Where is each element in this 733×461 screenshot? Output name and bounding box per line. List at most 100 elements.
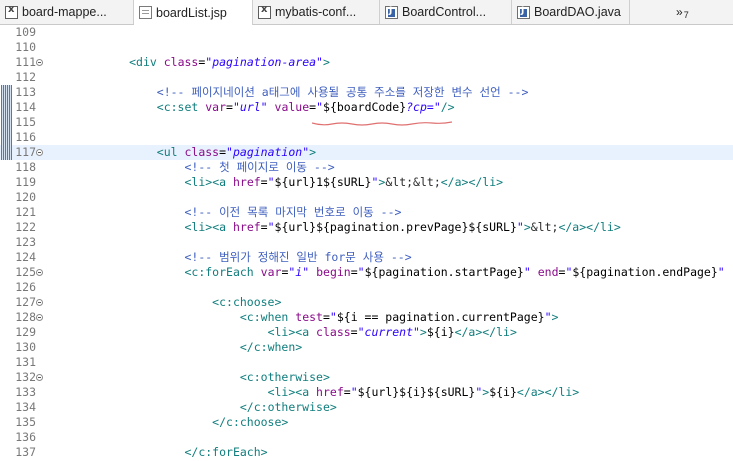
token-space: = xyxy=(226,100,233,114)
change-marker xyxy=(1,85,12,100)
change-marker xyxy=(1,130,12,145)
fold-toggle-icon[interactable] xyxy=(36,374,43,381)
code-editor[interactable]: 109 110 111 <div class="pagination-area"> 1… xyxy=(0,25,733,461)
code-line[interactable]: 114 <c:set var="url" value="${boardCode}… xyxy=(0,100,733,115)
code-line[interactable]: 122 <li><a href="${url}${pagination.prev… xyxy=(0,220,733,235)
token-val: "pagination-area" xyxy=(205,55,323,69)
tab-boardlist-jsp[interactable]: boardList.jsp xyxy=(134,0,253,25)
tab-overflow-button[interactable]: » 7 xyxy=(676,0,689,24)
token-tag: <c:forEach xyxy=(184,265,261,279)
tab-mybatis-conf[interactable]: mybatis-conf... xyxy=(253,0,380,24)
code-text: <c:choose> xyxy=(46,295,281,310)
token-val: " xyxy=(316,100,324,114)
code-line[interactable]: 134 </c:otherwise> xyxy=(0,400,733,415)
code-text: <div class="pagination-area"> xyxy=(46,55,330,70)
code-line[interactable]: 133 <li><a href="${url}${i}${sURL}">${i}… xyxy=(0,385,733,400)
token-tag: <a xyxy=(212,175,233,189)
code-line[interactable]: 117 <ul class="pagination"> xyxy=(0,145,733,160)
code-line[interactable]: 125 <c:forEach var="i" begin="${paginati… xyxy=(0,265,733,280)
token-com: <!-- 첫 페이지로 이동 --> xyxy=(184,160,335,174)
code-line[interactable]: 136 xyxy=(0,430,733,445)
code-line[interactable]: 127 <c:choose> xyxy=(0,295,733,310)
code-line[interactable]: 111 <div class="pagination-area"> xyxy=(0,55,733,70)
line-number: 117 xyxy=(15,145,36,159)
token-val: " xyxy=(544,310,552,324)
tab-label: board-mappe... xyxy=(22,5,107,19)
token-el: ${url}${i}${sURL} xyxy=(357,385,476,399)
tab-board-mappe[interactable]: board-mappe... xyxy=(0,0,134,24)
token-attr: class xyxy=(316,325,351,339)
token-val: ?cp=" xyxy=(406,100,441,114)
fold-toggle-icon[interactable] xyxy=(36,149,43,156)
token-tag: <div xyxy=(129,55,164,69)
line-number: 121 xyxy=(15,205,36,219)
code-line[interactable]: 128 <c:when test="${i == pagination.curr… xyxy=(0,310,733,325)
token-tag: </c:forEach> xyxy=(184,445,268,459)
code-line[interactable]: 132 <c:otherwise> xyxy=(0,370,733,385)
code-line[interactable]: 112 xyxy=(0,70,733,85)
token-tag: /> xyxy=(440,100,455,114)
code-line[interactable]: 129 <li><a class="current">${i}</a></li> xyxy=(0,325,733,340)
code-line[interactable]: 124 <!-- 범위가 정해진 일반 for문 사용 --> xyxy=(0,250,733,265)
line-number: 132 xyxy=(15,370,36,384)
code-line[interactable]: 123 xyxy=(0,235,733,250)
code-line[interactable]: 118 <!-- 첫 페이지로 이동 --> xyxy=(0,160,733,175)
token-el: ${i} xyxy=(426,325,455,339)
code-line[interactable]: 115 xyxy=(0,115,733,130)
line-number: 127 xyxy=(15,295,36,309)
fold-toggle-icon[interactable] xyxy=(36,59,43,66)
code-text: <ul class="pagination"> xyxy=(46,145,316,160)
line-number: 116 xyxy=(15,130,36,144)
token-attr: var xyxy=(260,265,282,279)
token-tag: <c:otherwise> xyxy=(239,370,330,384)
code-line[interactable]: 135 </c:choose> xyxy=(0,415,733,430)
code-line[interactable]: 131 xyxy=(0,355,733,370)
code-line[interactable]: 116 xyxy=(0,130,733,145)
code-line[interactable]: 110 xyxy=(0,40,733,55)
code-text: </c:otherwise> xyxy=(46,400,337,415)
code-line[interactable]: 126 xyxy=(0,280,733,295)
token-attr: begin xyxy=(316,265,351,279)
fold-toggle-icon[interactable] xyxy=(36,299,43,306)
token-el: ${pagination.startPage} xyxy=(364,265,524,279)
code-line[interactable]: 137 </c:forEach> xyxy=(0,445,733,460)
code-line[interactable]: 120 xyxy=(0,190,733,205)
fold-toggle-icon[interactable] xyxy=(36,269,43,276)
token-attr: href xyxy=(232,220,261,234)
token-ent: &lt; xyxy=(530,220,559,234)
token-tag: <ul xyxy=(156,145,185,159)
token-val: " xyxy=(267,175,275,189)
line-number: 122 xyxy=(15,220,36,234)
code-text: <!-- 페이지네이션 a태그에 사용될 공통 주소를 저장한 변수 선언 --… xyxy=(46,85,529,100)
code-text: <!-- 첫 페이지로 이동 --> xyxy=(46,160,335,175)
code-line[interactable]: 109 xyxy=(0,25,733,40)
code-line[interactable]: 119 <li><a href="${url}1${sURL}">&lt;&lt… xyxy=(0,175,733,190)
token-com: <!-- 페이지네이션 a태그에 사용될 공통 주소를 저장한 변수 선언 --… xyxy=(156,85,529,99)
token-space: = xyxy=(219,145,227,159)
tab-boardcontrol[interactable]: BoardControl... xyxy=(380,0,512,24)
line-number: 111 xyxy=(15,55,36,69)
line-number: 126 xyxy=(15,280,36,294)
fold-toggle-icon[interactable] xyxy=(36,314,43,321)
line-number: 115 xyxy=(15,115,36,129)
tab-boarddao-java[interactable]: BoardDAO.java xyxy=(512,0,630,24)
token-tag: </c:choose> xyxy=(212,415,289,429)
token-tag: </c:when> xyxy=(239,340,303,354)
code-line[interactable]: 113 <!-- 페이지네이션 a태그에 사용될 공통 주소를 저장한 변수 선… xyxy=(0,85,733,100)
code-text: <c:when test="${i == pagination.currentP… xyxy=(46,310,559,325)
token-com: <!-- 이전 목록 마지막 번호로 이동 --> xyxy=(184,205,402,219)
code-line[interactable]: 130 </c:when> xyxy=(0,340,733,355)
xml-file-icon xyxy=(5,4,18,19)
token-tag: <li> xyxy=(184,175,213,189)
code-line[interactable]: 121 <!-- 이전 목록 마지막 번호로 이동 --> xyxy=(0,205,733,220)
token-tag: </a></li> xyxy=(454,325,517,339)
